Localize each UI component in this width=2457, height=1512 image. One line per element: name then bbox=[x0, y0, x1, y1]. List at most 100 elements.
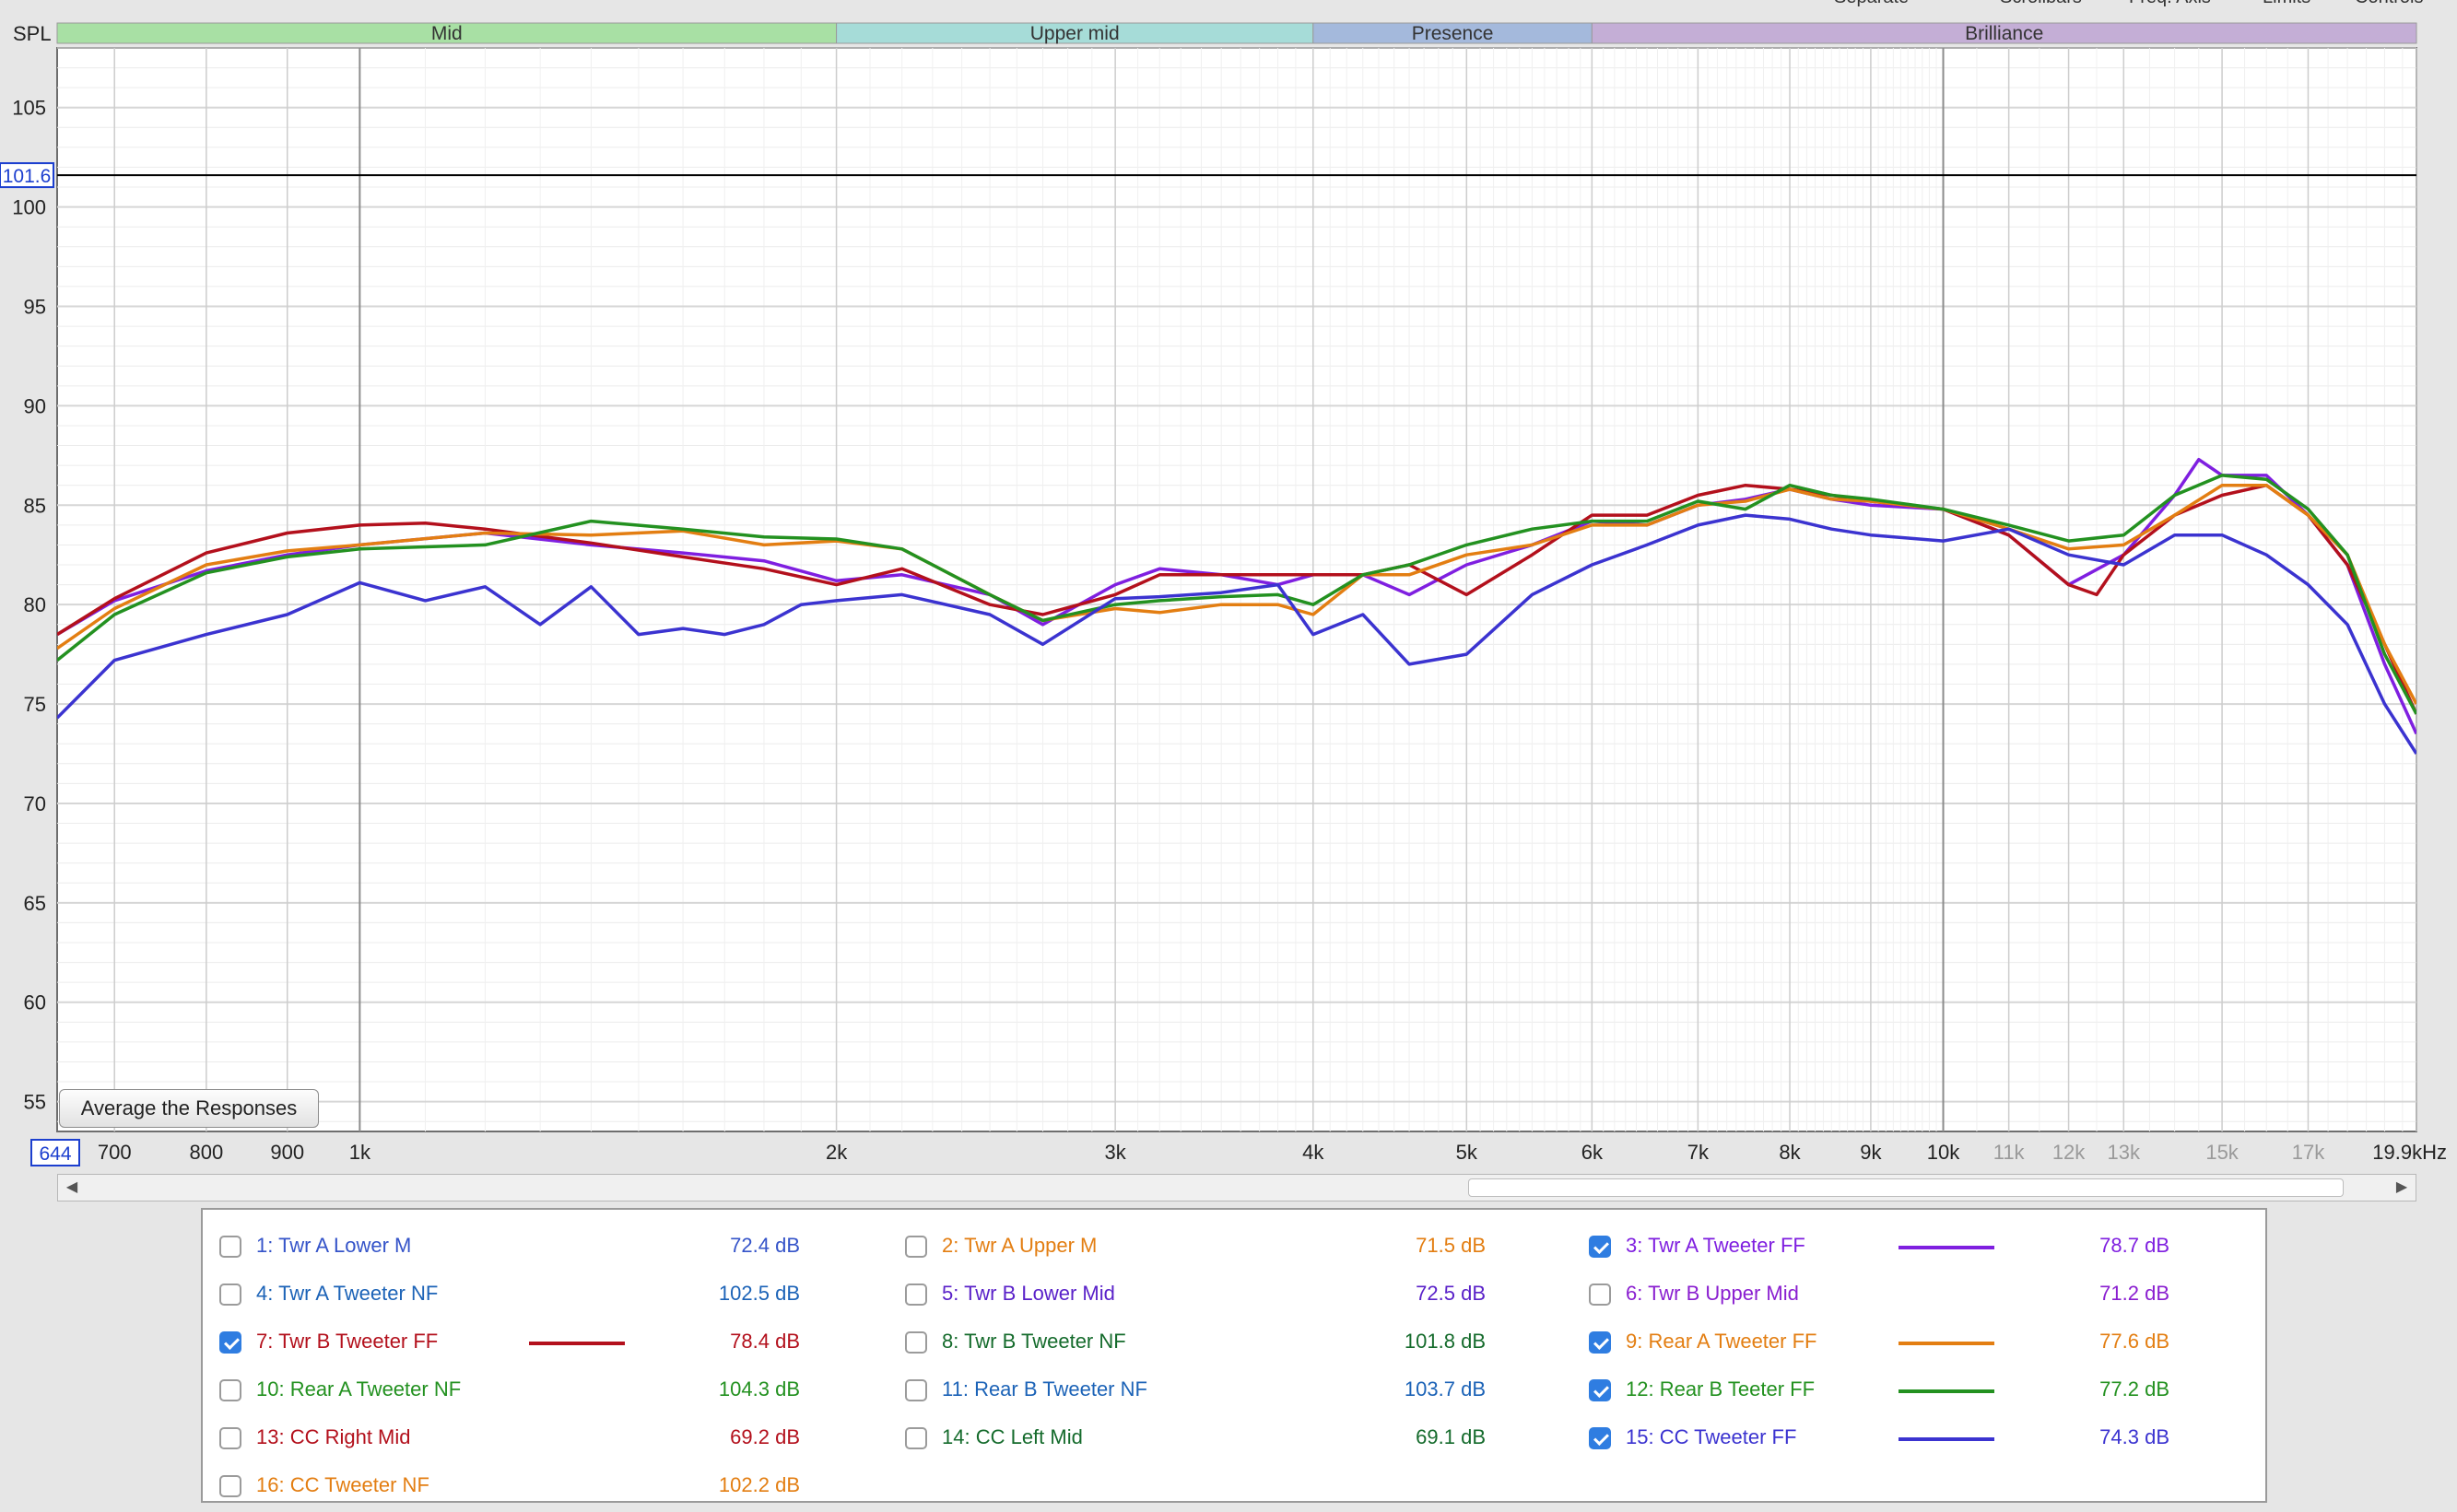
legend-value: 72.4 dB bbox=[730, 1234, 800, 1257]
legend-item[interactable]: 15: CC Tweeter FF 74.3 dB bbox=[1589, 1416, 2234, 1464]
x-tick-label: 6k bbox=[1581, 1141, 1604, 1164]
x-tick-label: 700 bbox=[98, 1141, 132, 1164]
legend-checkbox[interactable] bbox=[1589, 1236, 1611, 1258]
legend-label: 4: Twr A Tweeter NF bbox=[256, 1282, 439, 1305]
legend-checkbox[interactable] bbox=[1589, 1427, 1611, 1449]
legend-value: 102.2 dB bbox=[718, 1473, 800, 1496]
x-tick-label: 900 bbox=[270, 1141, 304, 1164]
y-tick-label: 55 bbox=[24, 1091, 46, 1114]
legend-label: 9: Rear A Tweeter FF bbox=[1626, 1330, 1817, 1353]
legend-item[interactable]: 7: Twr B Tweeter FF 78.4 dB bbox=[219, 1320, 864, 1368]
x-tick-label: 19.9kHz bbox=[2372, 1141, 2447, 1164]
legend-label: 8: Twr B Tweeter NF bbox=[942, 1330, 1126, 1353]
legend-panel: 1: Twr A Lower M 72.4 dB 2: Twr A Upper M 7… bbox=[201, 1208, 2267, 1503]
y-tick-label: 65 bbox=[24, 892, 46, 915]
legend-item[interactable]: 1: Twr A Lower M 72.4 dB bbox=[219, 1225, 864, 1272]
legend-item[interactable]: 11: Rear B Tweeter NF 103.7 dB bbox=[905, 1368, 1550, 1416]
legend-checkbox[interactable] bbox=[905, 1283, 927, 1306]
x-tick-label: 17k bbox=[2292, 1141, 2325, 1164]
legend-label: 11: Rear B Tweeter NF bbox=[942, 1377, 1147, 1401]
legend-checkbox[interactable] bbox=[1589, 1283, 1611, 1306]
legend-line-swatch bbox=[1899, 1246, 1994, 1249]
legend-label: 6: Twr B Upper Mid bbox=[1626, 1282, 1799, 1305]
legend-label: 5: Twr B Lower Mid bbox=[942, 1282, 1115, 1305]
y-tick-label: 100 bbox=[12, 196, 46, 219]
legend-item[interactable]: 9: Rear A Tweeter FF 77.6 dB bbox=[1589, 1320, 2234, 1368]
legend-value: 71.5 dB bbox=[1416, 1234, 1486, 1257]
legend-value: 69.1 dB bbox=[1416, 1425, 1486, 1448]
legend-item[interactable]: 5: Twr B Lower Mid 72.5 dB bbox=[905, 1272, 1550, 1320]
legend-checkbox[interactable] bbox=[219, 1283, 241, 1306]
legend-value: 72.5 dB bbox=[1416, 1282, 1486, 1305]
legend-value: 102.5 dB bbox=[718, 1282, 800, 1305]
average-responses-button[interactable]: Average the Responses bbox=[59, 1089, 319, 1128]
horizontal-scrollbar[interactable]: ◀ ▶ bbox=[57, 1174, 2416, 1201]
legend-item[interactable]: 3: Twr A Tweeter FF 78.7 dB bbox=[1589, 1225, 2234, 1272]
x-tick-label: 15k bbox=[2205, 1141, 2239, 1164]
legend-item[interactable]: 6: Twr B Upper Mid 71.2 dB bbox=[1589, 1272, 2234, 1320]
legend-label: 7: Twr B Tweeter FF bbox=[256, 1330, 439, 1353]
legend-label: 10: Rear A Tweeter NF bbox=[256, 1377, 462, 1401]
x-tick-label: 9k bbox=[1860, 1141, 1882, 1164]
legend-value: 78.4 dB bbox=[730, 1330, 800, 1353]
x-tick-label: 1k bbox=[349, 1141, 371, 1164]
legend-item[interactable]: 4: Twr A Tweeter NF 102.5 dB bbox=[219, 1272, 864, 1320]
y-tick-label: 90 bbox=[24, 394, 46, 417]
legend-line-swatch bbox=[1899, 1437, 1994, 1441]
legend-item[interactable]: 10: Rear A Tweeter NF 104.3 dB bbox=[219, 1368, 864, 1416]
band-label: Brilliance bbox=[1965, 23, 2043, 44]
legend-value: 78.7 dB bbox=[2099, 1234, 2169, 1257]
x-tick-label: 12k bbox=[2052, 1141, 2086, 1164]
scroll-left-icon[interactable]: ◀ bbox=[58, 1175, 86, 1201]
legend-value: 103.7 dB bbox=[1404, 1377, 1486, 1401]
scroll-right-icon[interactable]: ▶ bbox=[2388, 1175, 2416, 1201]
legend-label: 12: Rear B Teeter FF bbox=[1626, 1377, 1816, 1401]
y-tick-label: 70 bbox=[24, 792, 46, 815]
legend-line-swatch bbox=[529, 1342, 625, 1345]
y-tick-label: 85 bbox=[24, 494, 46, 517]
legend-value: 69.2 dB bbox=[730, 1425, 800, 1448]
legend-item[interactable]: 2: Twr A Upper M 71.5 dB bbox=[905, 1225, 1550, 1272]
x-start-label: 644 bbox=[39, 1143, 71, 1165]
legend-label: 15: CC Tweeter FF bbox=[1626, 1425, 1797, 1448]
y-tick-label: 75 bbox=[24, 693, 46, 716]
cursor-label: 101.6 bbox=[3, 166, 52, 187]
legend-item[interactable]: 12: Rear B Teeter FF 77.2 dB bbox=[1589, 1368, 2234, 1416]
legend-line-swatch bbox=[1899, 1342, 1994, 1345]
legend-checkbox[interactable] bbox=[219, 1379, 241, 1401]
y-tick-label: 95 bbox=[24, 296, 46, 319]
x-tick-label: 5k bbox=[1456, 1141, 1478, 1164]
x-tick-label: 13k bbox=[2108, 1141, 2141, 1164]
band-label: Mid bbox=[431, 23, 463, 44]
legend-checkbox[interactable] bbox=[1589, 1331, 1611, 1354]
x-tick-label: 7k bbox=[1687, 1141, 1710, 1164]
x-tick-label: 4k bbox=[1302, 1141, 1324, 1164]
legend-checkbox[interactable] bbox=[219, 1475, 241, 1497]
legend-value: 104.3 dB bbox=[718, 1377, 800, 1401]
legend-label: 2: Twr A Upper M bbox=[942, 1234, 1098, 1257]
legend-item[interactable]: 14: CC Left Mid 69.1 dB bbox=[905, 1416, 1550, 1464]
legend-line-swatch bbox=[1899, 1389, 1994, 1393]
legend-checkbox[interactable] bbox=[1589, 1379, 1611, 1401]
legend-item[interactable]: 13: CC Right Mid 69.2 dB bbox=[219, 1416, 864, 1464]
legend-item[interactable]: 8: Twr B Tweeter NF 101.8 dB bbox=[905, 1320, 1550, 1368]
legend-checkbox[interactable] bbox=[905, 1331, 927, 1354]
legend-checkbox[interactable] bbox=[905, 1379, 927, 1401]
x-tick-label: 11k bbox=[1993, 1141, 2026, 1164]
spl-chart[interactable]: Mid Upper mid Presence Brilliance 55 60 65 70 75… bbox=[0, 0, 2457, 1207]
scrollbar-thumb[interactable] bbox=[1468, 1178, 2344, 1197]
x-tick-label: 10k bbox=[1927, 1141, 1960, 1164]
legend-item[interactable]: 16: CC Tweeter NF 102.2 dB bbox=[219, 1464, 864, 1512]
y-axis-title: SPL bbox=[13, 22, 52, 45]
legend-checkbox[interactable] bbox=[219, 1236, 241, 1258]
legend-label: 1: Twr A Lower M bbox=[256, 1234, 412, 1257]
legend-checkbox[interactable] bbox=[219, 1427, 241, 1449]
legend-value: 71.2 dB bbox=[2099, 1282, 2169, 1305]
legend-checkbox[interactable] bbox=[219, 1331, 241, 1354]
legend-checkbox[interactable] bbox=[905, 1427, 927, 1449]
legend-checkbox[interactable] bbox=[905, 1236, 927, 1258]
band-label: Upper mid bbox=[1030, 23, 1120, 44]
legend-value: 77.6 dB bbox=[2099, 1330, 2169, 1353]
legend-label: 3: Twr A Tweeter FF bbox=[1626, 1234, 1805, 1257]
legend-value: 77.2 dB bbox=[2099, 1377, 2169, 1401]
